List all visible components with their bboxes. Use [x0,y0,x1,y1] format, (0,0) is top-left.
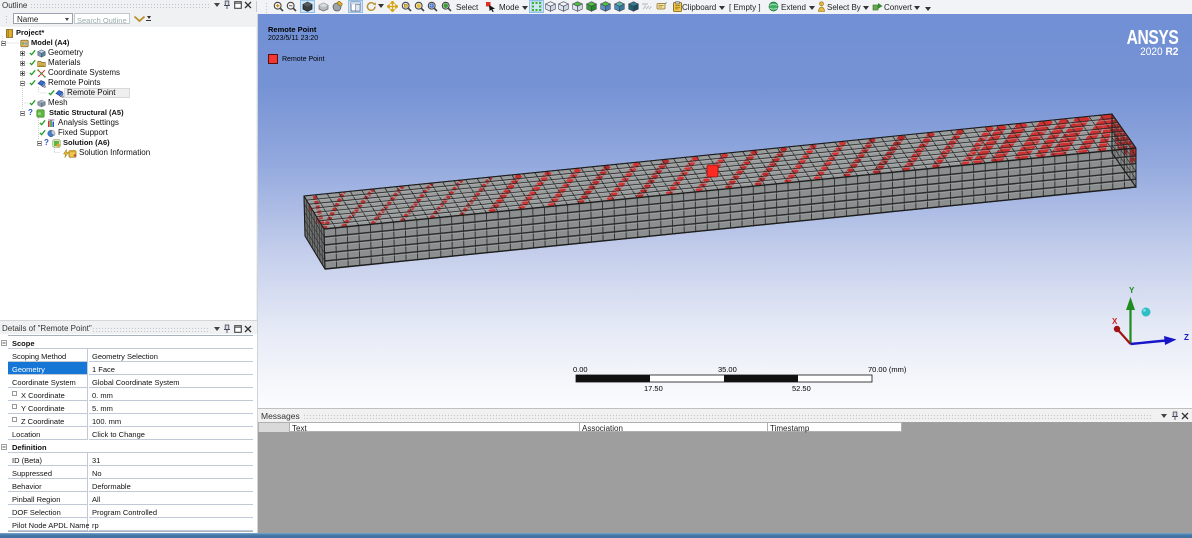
svg-text:xyz: xyz [642,1,648,6]
